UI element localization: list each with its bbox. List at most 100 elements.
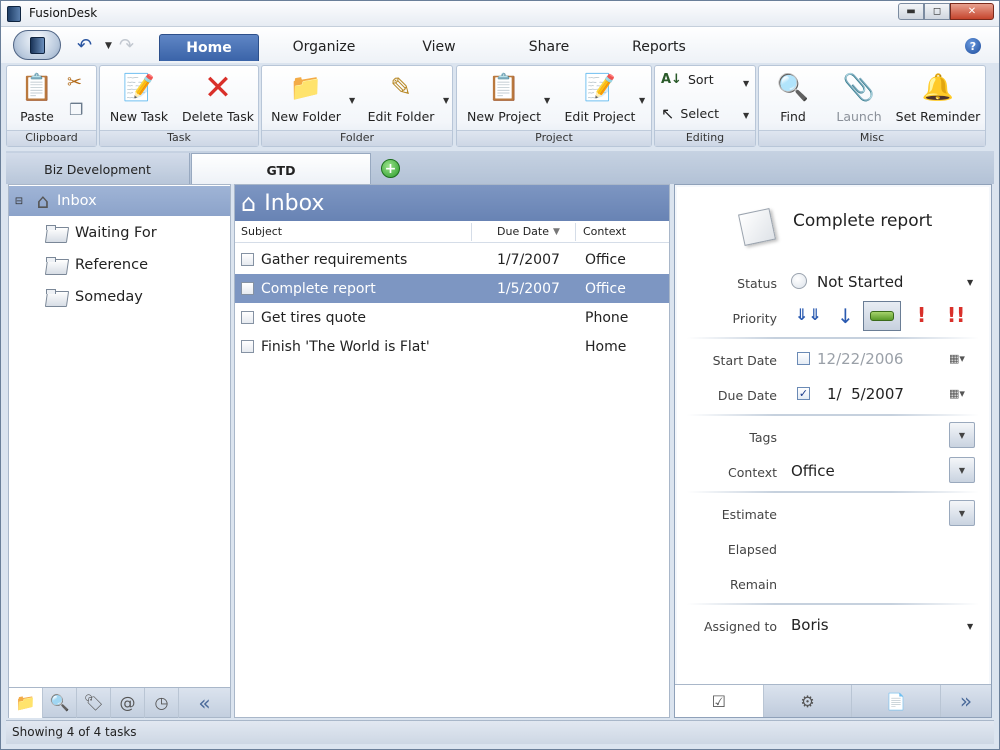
estimate-dropdown-button[interactable]: ▼ [949,500,975,526]
task-checkbox[interactable] [241,340,254,353]
new-folder-dropdown-icon[interactable]: ▼ [349,96,355,105]
column-due-date[interactable]: Due Date [497,225,549,238]
delete-task-label: Delete Task [181,109,255,124]
tab-gtd[interactable]: GTD [191,153,371,184]
bell-icon: 🔔 [921,73,955,103]
table-row[interactable]: Gather requirements 1/7/2007 Office [235,245,669,274]
new-folder-button[interactable]: 📁 New Folder [266,70,346,124]
due-date-calendar-icon[interactable]: ▦▾ [949,387,965,400]
due-date-value[interactable]: 1/ 5/2007 [827,385,904,403]
context-label: Context [728,465,777,480]
tab-share[interactable]: Share [521,34,577,61]
add-tab-icon[interactable]: + [381,159,400,178]
house-icon: ⌂ [36,189,50,213]
column-context[interactable]: Context [583,225,626,238]
settings-time-view-icon[interactable]: ⚙ [764,685,853,717]
help-icon[interactable]: ? [965,38,981,54]
maximize-button[interactable]: ◻ [924,3,950,20]
folder-icon [45,224,67,242]
application-menu-button[interactable] [13,30,61,60]
clipboard-group: 📋 Paste ✂ ❐ Clipboard [6,65,97,147]
cut-icon[interactable]: ✂ [67,72,82,93]
sort-button[interactable]: A↓ Sort [661,72,714,87]
section-divider [687,414,979,416]
tab-home[interactable]: Home [159,34,259,61]
copy-icon[interactable]: ❐ [69,100,83,119]
sort-desc-icon: ▼ [553,227,560,237]
undo-dropdown-icon[interactable]: ▼ [105,41,112,51]
table-row[interactable]: Get tires quote Phone [235,303,669,332]
minimize-button[interactable]: ▬ [898,3,924,20]
search-view-icon[interactable]: 🔍 [43,687,77,718]
column-subject[interactable]: Subject [241,225,282,238]
undo-icon[interactable]: ↶ [77,35,92,56]
context-value[interactable]: Office [791,462,835,480]
tree-item-reference[interactable]: Reference [9,250,230,280]
project-group-label: Project [457,130,651,146]
column-separator[interactable] [575,223,576,241]
tree-item-waiting-for[interactable]: Waiting For [9,218,230,248]
tab-biz-development[interactable]: Biz Development [6,153,190,184]
redo-icon[interactable]: ↷ [119,35,134,56]
new-project-dropdown-icon[interactable]: ▼ [544,96,550,105]
table-row[interactable]: Complete report 1/5/2007 Office [235,274,669,303]
start-date-calendar-icon[interactable]: ▦▾ [949,352,965,365]
task-checkbox[interactable] [241,282,254,295]
edit-folder-dropdown-icon[interactable]: ▼ [443,96,449,105]
priority-low-icon[interactable]: ↓ [837,304,854,328]
paste-button[interactable]: 📋 Paste [11,70,63,124]
task-details-view-icon[interactable]: ☑ [675,685,764,717]
start-date-value[interactable]: 12/22/2006 [817,350,903,368]
edit-project-button[interactable]: 📝 Edit Project [559,70,641,124]
collapse-icon[interactable]: ⊟ [9,196,29,207]
priority-normal-button[interactable] [863,301,901,331]
select-button[interactable]: ↖ Select [661,104,719,123]
edit-project-dropdown-icon[interactable]: ▼ [639,96,645,105]
tree-item-inbox[interactable]: ⊟ ⌂ Inbox [9,186,230,216]
tab-reports[interactable]: Reports [627,34,691,61]
tags-view-icon[interactable]: 🏷 [77,687,111,718]
editing-group-label: Editing [655,130,755,146]
contexts-view-icon[interactable]: @ [111,687,145,718]
tree-item-someday[interactable]: Someday [9,282,230,312]
tab-view[interactable]: View [411,34,467,61]
start-date-label: Start Date [712,353,777,368]
misc-group-label: Misc [759,130,985,146]
assigned-to-value[interactable]: Boris [791,616,829,634]
folders-view-icon[interactable]: 📁 [9,687,43,718]
new-task-button[interactable]: 📝 New Task [106,70,172,124]
title-bar: FusionDesk ▬ ◻ ✕ [1,1,999,27]
tab-organize[interactable]: Organize [284,34,364,61]
status-dropdown-icon[interactable]: ▼ [967,278,973,287]
priority-highest-icon[interactable]: !! [947,303,965,327]
due-date-checkbox[interactable]: ✓ [797,387,810,400]
new-project-button[interactable]: 📋 New Project [461,70,547,124]
launch-button[interactable]: 📎 Launch [829,70,889,124]
context-dropdown-button[interactable]: ▼ [949,457,975,483]
window-controls: ▬ ◻ ✕ [898,3,994,20]
task-list-pane: ⌂ Inbox Subject Due Date ▼ Context Gathe… [234,184,670,718]
task-title: Complete report [793,211,933,231]
task-checkbox[interactable] [241,311,254,324]
notes-view-icon[interactable]: 📄 [852,685,942,717]
priority-lowest-icon[interactable]: ⇓⇓ [795,305,822,324]
status-value[interactable]: Not Started [817,273,903,291]
find-button[interactable]: 🔍 Find [765,70,821,124]
assigned-to-dropdown-icon[interactable]: ▼ [967,622,973,631]
set-reminder-button[interactable]: 🔔 Set Reminder [895,70,981,124]
priority-high-icon[interactable]: ! [917,303,926,327]
clock-view-icon[interactable]: ◷ [145,687,179,718]
close-button[interactable]: ✕ [950,3,994,20]
expand-pane-icon[interactable]: » [941,685,991,717]
column-separator[interactable] [471,223,472,241]
task-checkbox[interactable] [241,253,254,266]
edit-folder-button[interactable]: ✎ Edit Folder [362,70,440,124]
collapse-pane-icon[interactable]: « [179,688,230,718]
start-date-checkbox[interactable] [797,352,810,365]
tags-dropdown-button[interactable]: ▼ [949,422,975,448]
app-icon [7,6,21,22]
sort-dropdown-icon[interactable]: ▼ [743,79,749,88]
delete-task-button[interactable]: ✕ Delete Task [180,68,256,124]
table-row[interactable]: Finish 'The World is Flat' Home [235,332,669,361]
select-dropdown-icon[interactable]: ▼ [743,111,749,120]
